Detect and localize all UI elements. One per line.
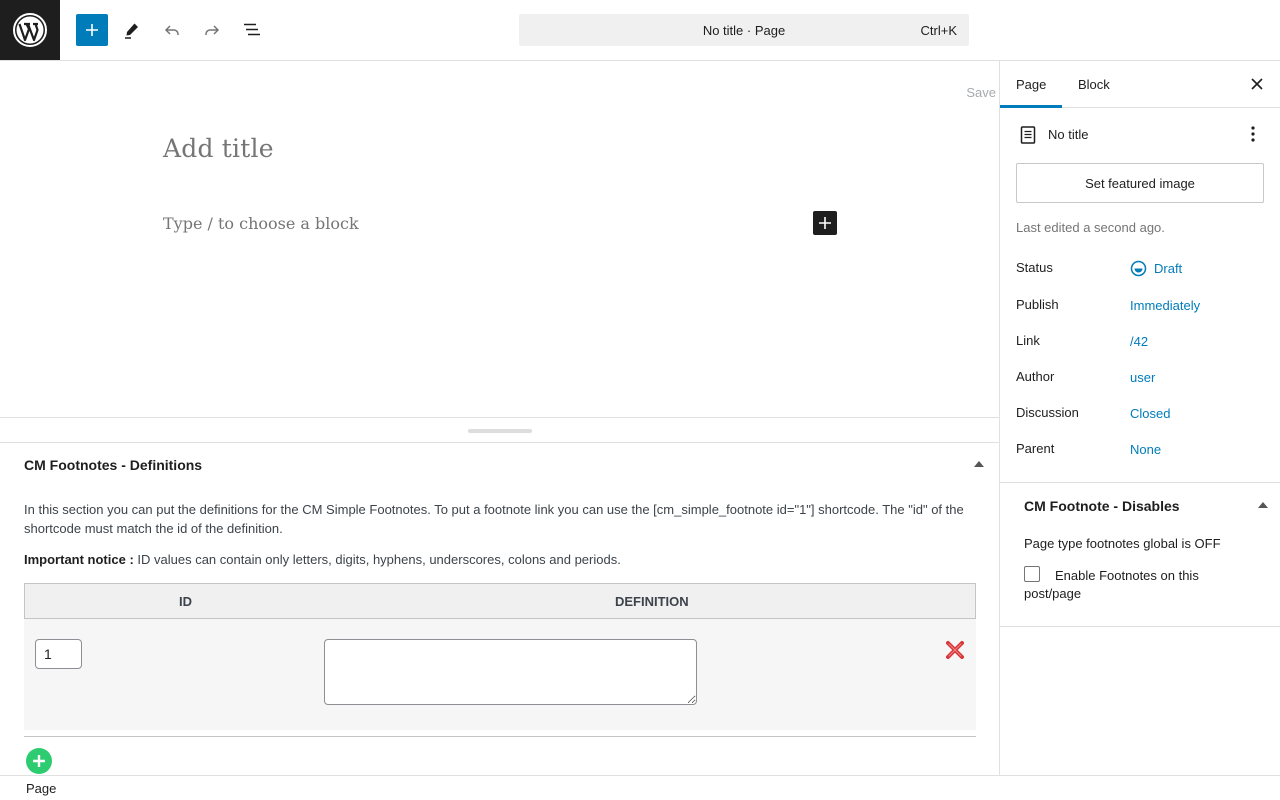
notice-text: ID values can contain only letters, digi…: [133, 552, 621, 567]
status-value-link[interactable]: Draft: [1154, 261, 1182, 276]
inline-block-inserter-button[interactable]: [813, 211, 837, 235]
discussion-value-link[interactable]: Closed: [1130, 406, 1170, 421]
publish-value-link[interactable]: Immediately: [1130, 298, 1200, 313]
sidebar-row-publish: Publish Immediately: [1016, 297, 1266, 317]
plus-circle-icon: [33, 755, 45, 767]
page-document-icon: [1020, 126, 1036, 144]
delete-row-icon[interactable]: [944, 639, 966, 661]
enable-footnotes-checkbox[interactable]: [1024, 566, 1040, 582]
tools-edit-button[interactable]: [116, 14, 148, 46]
footnote-definition-textarea[interactable]: [324, 639, 697, 705]
footnote-id-input[interactable]: [35, 639, 82, 669]
wordpress-logo-icon[interactable]: [0, 0, 60, 60]
command-palette-bar[interactable]: No title · Page Ctrl+K: [519, 14, 969, 46]
publish-label: Publish: [1016, 297, 1059, 312]
document-title: No title · Page: [702, 22, 786, 38]
breadcrumb-page[interactable]: Page: [26, 781, 56, 796]
sidebar-tabs: Page Block: [1000, 61, 1280, 108]
more-options-icon[interactable]: [1245, 124, 1261, 144]
drag-handle-bar[interactable]: [468, 429, 532, 433]
undo-button[interactable]: [156, 14, 188, 46]
panel-collapse-icon[interactable]: [1258, 502, 1268, 508]
parent-value-link[interactable]: None: [1130, 442, 1161, 457]
metabox-title: CM Footnotes - Definitions: [24, 457, 203, 473]
list-view-icon: [244, 23, 260, 36]
status-label: Status: [1016, 260, 1053, 275]
metabox-description: In this section you can put the definiti…: [24, 502, 964, 536]
redo-button[interactable]: [196, 14, 228, 46]
sidebar-row-author: Author user: [1016, 369, 1266, 389]
active-tab-indicator: [1000, 105, 1062, 108]
editor-footer: Page: [0, 775, 1280, 800]
draft-status-icon: [1130, 260, 1147, 277]
redo-icon: [205, 25, 220, 35]
table-divider: [24, 736, 976, 737]
link-value-link[interactable]: /42: [1130, 334, 1148, 349]
sidebar-row-discussion: Discussion Closed: [1016, 405, 1266, 425]
plus-icon: [86, 24, 98, 36]
discussion-label: Discussion: [1016, 405, 1079, 420]
pencil-icon: [125, 23, 138, 39]
editor-canvas: Save Add title Type / to choose a block: [0, 61, 999, 417]
footnotes-definitions-metabox: CM Footnotes - Definitions In this secti…: [0, 443, 999, 775]
sidebar-document-title: No title: [1048, 127, 1089, 142]
undo-icon: [164, 25, 179, 35]
block-placeholder[interactable]: Type / to choose a block: [163, 214, 359, 233]
save-button[interactable]: Save: [966, 85, 996, 100]
metabox-resize-handle[interactable]: [0, 417, 999, 443]
set-featured-image-button[interactable]: Set featured image: [1016, 163, 1264, 203]
sidebar-row-status: Status Draft: [1016, 260, 1266, 280]
important-notice: Important notice : ID values can contain…: [24, 552, 621, 567]
shortcut-hint: Ctrl+K: [920, 23, 957, 38]
document-overview-button[interactable]: [236, 14, 268, 46]
enable-footnotes-label[interactable]: Enable Footnotes on this post/page: [1024, 567, 1254, 603]
parent-label: Parent: [1016, 441, 1055, 456]
tab-block[interactable]: Block: [1078, 61, 1110, 108]
link-label: Link: [1016, 333, 1040, 348]
last-edited-text: Last edited a second ago.: [1016, 220, 1165, 235]
sidebar-row-parent: Parent None: [1016, 441, 1266, 461]
post-title-input[interactable]: Add title: [163, 134, 274, 163]
column-header-definition: DEFINITION: [615, 594, 689, 609]
close-icon[interactable]: [1248, 75, 1266, 93]
plus-icon: [819, 217, 831, 229]
panel-global-status: Page type footnotes global is OFF: [1024, 536, 1221, 551]
tab-page[interactable]: Page: [1016, 61, 1046, 108]
author-value-link[interactable]: user: [1130, 370, 1155, 385]
notice-label: Important notice :: [24, 552, 134, 567]
collapse-toggle-icon[interactable]: [974, 461, 984, 467]
table-header: ID DEFINITION: [24, 583, 976, 619]
sidebar-row-link: Link /42: [1016, 333, 1266, 353]
table-row: [24, 619, 976, 730]
footnote-disables-panel: CM Footnote - Disables Page type footnot…: [1000, 482, 1280, 627]
author-label: Author: [1016, 369, 1055, 384]
add-footnote-button[interactable]: [26, 748, 52, 774]
column-header-id: ID: [179, 594, 192, 609]
editor-header: No title · Page Ctrl+K: [0, 0, 1280, 61]
panel-title: CM Footnote - Disables: [1024, 498, 1180, 514]
block-inserter-button[interactable]: [76, 14, 108, 46]
footnotes-table: ID DEFINITION: [24, 583, 976, 730]
settings-sidebar: Page Block No title Set featured image L…: [999, 61, 1280, 775]
